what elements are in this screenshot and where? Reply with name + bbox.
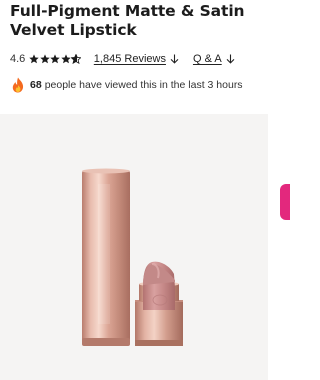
recently-viewed-notice: 68 people have viewed this in the last 3… — [11, 76, 243, 94]
viewed-text: people have viewed this in the last 3 ho… — [44, 79, 243, 91]
star-icon — [40, 54, 50, 64]
qa-link[interactable]: Q & A — [193, 53, 235, 65]
star-icon — [50, 54, 60, 64]
arrow-down-icon — [170, 54, 179, 64]
lipstick-image — [82, 168, 183, 346]
viewed-count: 68 — [30, 79, 42, 91]
product-image[interactable] — [0, 114, 268, 380]
side-feedback-tab[interactable] — [280, 184, 290, 220]
star-icon — [61, 54, 71, 64]
qa-label: Q & A — [192, 53, 222, 65]
star-half-icon — [71, 54, 82, 64]
product-title: Full-Pigment Matte & Satin Velvet Lipsti… — [10, 2, 245, 39]
arrow-down-icon — [226, 54, 235, 64]
reviews-link[interactable]: 1,845 Reviews — [94, 53, 179, 65]
fire-icon — [12, 77, 24, 93]
star-rating[interactable] — [29, 54, 82, 64]
rating-value: 4.6 — [10, 53, 26, 65]
reviews-label: 1,845 Reviews — [93, 53, 166, 65]
star-icon — [29, 54, 39, 64]
rating-row: 4.6 1,845 Reviews Q & A — [10, 51, 235, 67]
